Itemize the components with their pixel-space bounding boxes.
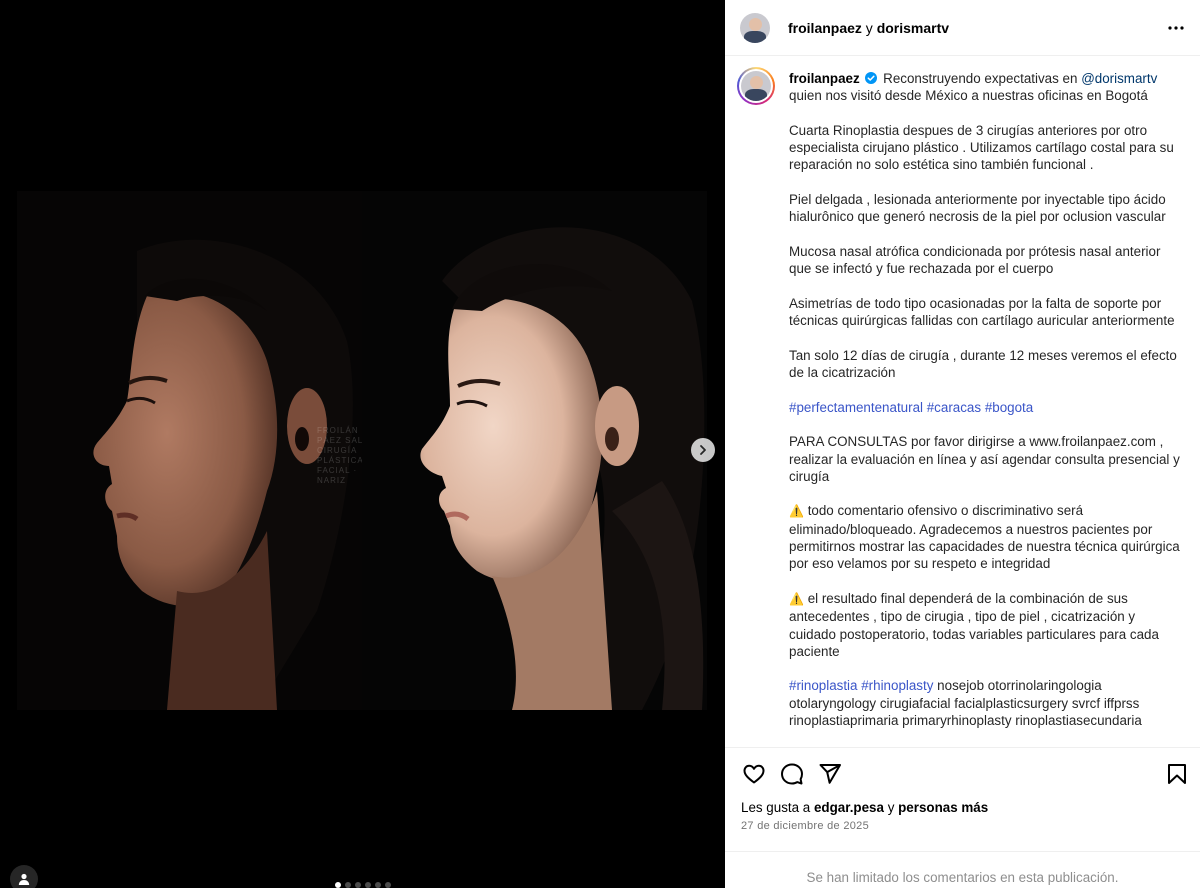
watermark: FROILÁN PÁEZ SAL CIRUGÍA PLÁSTICA FACIAL…	[317, 426, 362, 485]
carousel-dot	[345, 882, 351, 888]
post-header: froilanpaez y dorismartv	[725, 0, 1200, 56]
post-photo[interactable]: FROILÁN PÁEZ SAL CIRUGÍA PLÁSTICA FACIAL…	[17, 191, 707, 710]
verified-badge-icon	[865, 72, 878, 84]
liker-username-link[interactable]: edgar.pesa	[814, 800, 884, 815]
collaborator-username-link[interactable]: dorismartv	[877, 20, 949, 36]
after-photo	[362, 191, 707, 710]
carousel-dot	[385, 882, 391, 888]
caption-paragraph: PARA CONSULTAS por favor dirigirse a www…	[789, 434, 1180, 484]
warning-text: el resultado final dependerá de la combi…	[789, 590, 1159, 659]
after-profile-illustration	[420, 227, 705, 710]
owner-username-link[interactable]: froilanpaez	[788, 20, 862, 36]
owner-avatar[interactable]	[740, 12, 770, 43]
caption-paragraph: Tan solo 12 días de cirugía , durante 12…	[789, 347, 1177, 381]
warning-icon: ⚠️	[789, 591, 804, 606]
more-horizontal-icon	[1168, 26, 1184, 30]
post-date[interactable]: 27 de diciembre de 2025	[741, 820, 869, 832]
warning-icon: ⚠️	[789, 504, 804, 519]
carousel-dot	[365, 882, 371, 888]
caption-paragraph: ⚠️ el resultado final dependerá de la co…	[789, 590, 1181, 660]
chevron-right-icon	[700, 445, 706, 455]
carousel-indicator	[335, 882, 391, 888]
carousel-next-button[interactable]	[691, 438, 715, 462]
likes-summary: Les gusta a edgar.pesa y personas más	[741, 800, 988, 815]
post-owners: froilanpaez y dorismartv	[788, 20, 949, 36]
post-media: FROILÁN PÁEZ SAL CIRUGÍA PLÁSTICA FACIAL…	[0, 0, 725, 888]
share-button[interactable]	[817, 761, 843, 787]
comment-button[interactable]	[779, 761, 805, 787]
caption-paragraph: ⚠️ todo comentario ofensivo o discrimina…	[789, 502, 1181, 572]
caption-section: froilanpaez Reconstruyendo expectativas …	[725, 57, 1200, 747]
carousel-dot	[335, 882, 341, 888]
like-button[interactable]	[741, 761, 767, 787]
hashtag-link[interactable]: #bogota	[985, 400, 1033, 415]
caption-username-link[interactable]: froilanpaez	[789, 71, 860, 86]
hashtag-link[interactable]: #rinoplastia	[789, 678, 857, 693]
bookmark-icon	[1168, 764, 1186, 784]
carousel-dot	[375, 882, 381, 888]
hashtag-link[interactable]: #rhinoplasty	[861, 678, 933, 693]
before-profile-illustration	[93, 239, 353, 710]
comments-limited-notice: Se han limitado los comentarios en esta …	[725, 851, 1200, 888]
hashtag-line: #perfectamentenatural #caracas #bogota	[789, 399, 1181, 416]
hashtag-link[interactable]: #perfectamentenatural	[789, 400, 923, 415]
caption-paragraph: Asimetrías de todo tipo ocasionadas por …	[789, 295, 1175, 329]
other-likers-link[interactable]: personas más	[898, 800, 988, 815]
caption-intro: Reconstruyendo expectativas en	[883, 71, 1078, 86]
heart-icon	[743, 764, 765, 784]
post-caption: froilanpaez Reconstruyendo expectativas …	[789, 70, 1181, 729]
save-button[interactable]	[1164, 761, 1190, 787]
more-options-button[interactable]	[1164, 16, 1188, 40]
caption-avatar[interactable]	[737, 67, 775, 105]
comment-icon	[781, 763, 803, 785]
tagged-users-button[interactable]	[10, 865, 38, 888]
caption-paragraph: Piel delgada , lesionada anteriormente p…	[789, 192, 1166, 225]
hashtag-link[interactable]: #caracas	[927, 400, 981, 415]
share-icon	[819, 764, 841, 784]
comments-limited-text: Se han limitado los comentarios en esta …	[806, 870, 1119, 885]
caption-paragraph: Mucosa nasal atrófica condicionada por p…	[789, 243, 1161, 277]
post-actions: Les gusta a edgar.pesa y personas más 27…	[725, 747, 1200, 851]
post-sidebar: froilanpaez y dorismartv froilanpaez Rec…	[725, 0, 1200, 888]
before-photo: FROILÁN PÁEZ SAL CIRUGÍA PLÁSTICA FACIAL…	[17, 191, 362, 710]
caption-paragraph: #rinoplastia #rhinoplasty nosejob otorri…	[789, 677, 1181, 729]
carousel-dot	[355, 882, 361, 888]
caption-paragraph: Cuarta Rinoplastia despues de 3 cirugías…	[789, 122, 1174, 173]
user-tag-icon	[18, 873, 30, 885]
likes-connector: y	[887, 800, 895, 815]
caption-intro-cont: quien nos visitó desde México a nuestras…	[789, 88, 1148, 104]
mention-link[interactable]: @dorismartv	[1081, 71, 1157, 86]
likes-prefix: Les gusta a	[741, 800, 811, 815]
warning-text: todo comentario ofensivo o discriminativ…	[789, 503, 1180, 572]
owners-connector: y	[865, 19, 873, 36]
